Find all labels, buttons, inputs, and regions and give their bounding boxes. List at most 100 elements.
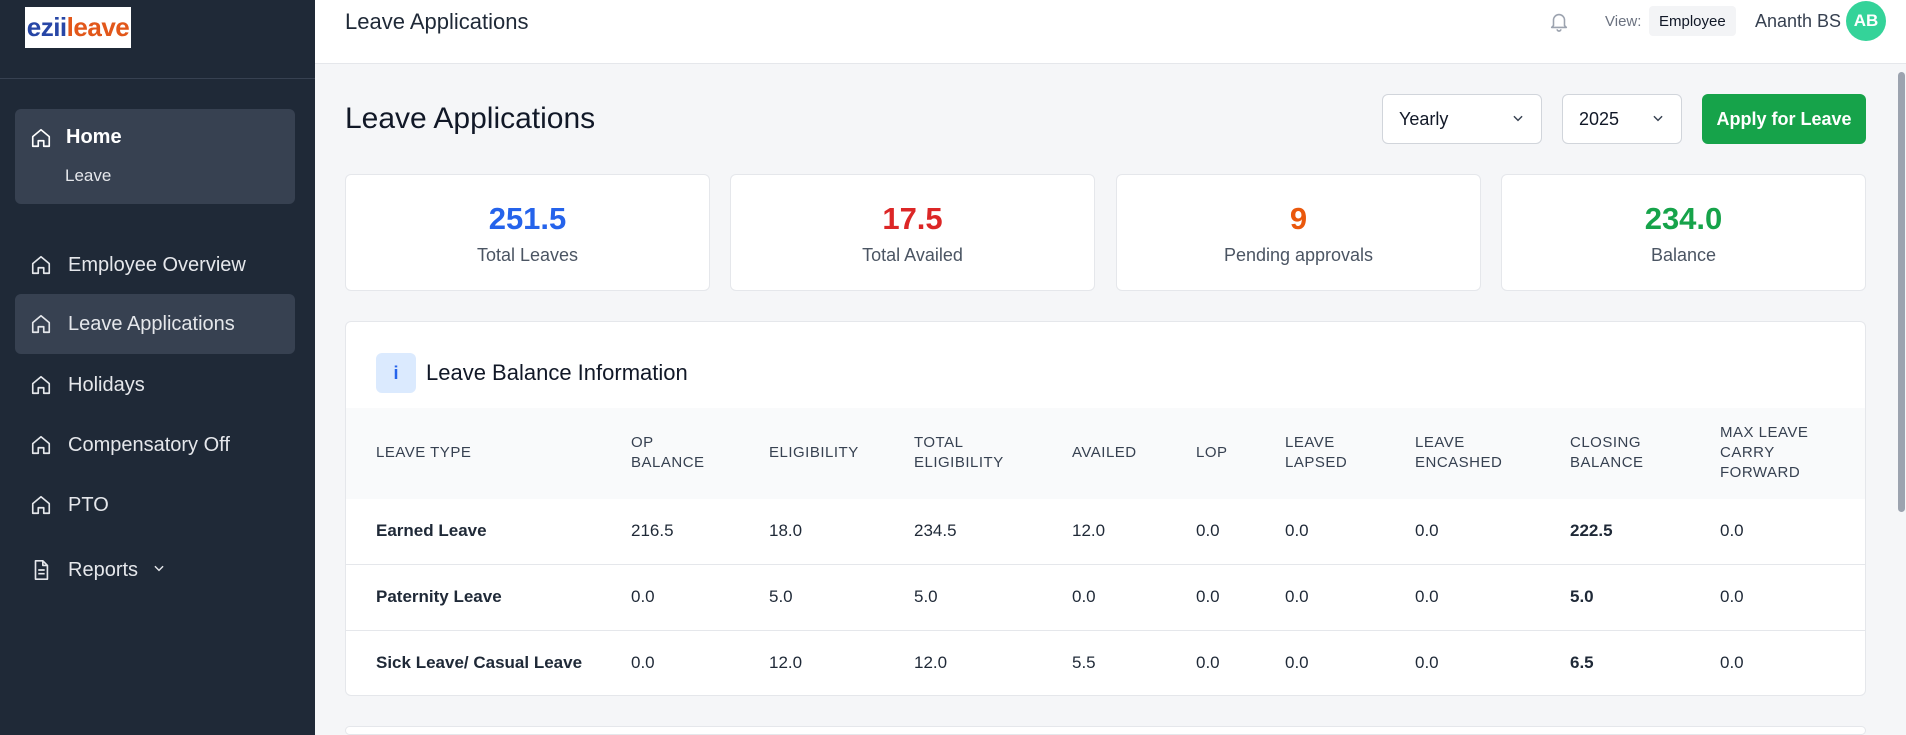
- stat-card-pending-approvals: 9 Pending approvals: [1116, 174, 1481, 291]
- stat-value: 251.5: [488, 201, 567, 236]
- stat-label: Pending approvals: [1223, 245, 1374, 265]
- stat-card-total-availed: 17.5 Total Availed: [730, 174, 1095, 291]
- topbar-title: Leave Applications: [345, 9, 529, 34]
- avatar[interactable]: AB: [1846, 1, 1886, 41]
- bell-icon[interactable]: [1548, 8, 1570, 39]
- sidebar-item-label: Compensatory Off: [68, 433, 230, 456]
- column-header-eligibility: Eligibility: [769, 444, 859, 461]
- sidebar-item-reports[interactable]: Reports: [15, 540, 295, 600]
- sidebar-item-label: Employee Overview: [68, 253, 246, 276]
- year-select-value: 2025: [1579, 108, 1620, 129]
- cell-op-balance: 0.0: [631, 587, 655, 606]
- stat-card-total-leaves: 251.5 Total Leaves: [345, 174, 710, 291]
- cell-leave-lapsed: 0.0: [1285, 653, 1309, 672]
- cell-lop: 0.0: [1196, 521, 1220, 540]
- column-header-closing-balance: Closing Balance: [1570, 434, 1644, 471]
- sidebar-item-label: Holidays: [68, 373, 145, 396]
- year-select[interactable]: 2025: [1562, 94, 1682, 144]
- page-scrollbar[interactable]: [1897, 70, 1906, 735]
- sidebar-home-group: Home Leave: [15, 109, 295, 204]
- column-header-total-eligibility: Total Eligibility: [914, 434, 1004, 471]
- cell-availed: 12.0: [1072, 521, 1106, 540]
- sidebar-subitem-leave[interactable]: Leave: [65, 166, 111, 186]
- logo-text-leave: leave: [66, 12, 130, 42]
- sidebar-item-employee-overview[interactable]: Employee Overview: [15, 235, 295, 295]
- user-name[interactable]: Ananth BS: [1755, 11, 1841, 32]
- cell-closing-balance: 222.5: [1570, 521, 1613, 540]
- cell-leave-type: Earned Leave: [376, 521, 487, 540]
- cell-eligibility: 18.0: [769, 521, 803, 540]
- stat-value: 17.5: [882, 201, 943, 236]
- page-title: Leave Applications: [345, 102, 596, 135]
- period-select[interactable]: Yearly: [1382, 94, 1542, 144]
- cell-max-carry-forward: 0.0: [1720, 653, 1744, 672]
- table-header: Leave Type OP Balance Eligibility Total …: [346, 408, 1865, 499]
- column-header-leave-type: Leave Type: [376, 444, 472, 461]
- card-header: i Leave Balance Information: [376, 353, 688, 393]
- table-row: Paternity Leave 0.0 5.0 5.0 0.0 0.0 0.0 …: [346, 565, 1865, 631]
- stat-label: Total Availed: [862, 245, 963, 265]
- next-card-edge: [345, 726, 1866, 735]
- sidebar-item-label: PTO: [68, 493, 109, 516]
- sidebar-item-label: Home: [66, 126, 122, 148]
- table-row: Sick Leave/ Casual Leave 0.0 12.0 12.0 5…: [346, 631, 1865, 695]
- sidebar-item-compensatory-off[interactable]: Compensatory Off: [15, 415, 295, 475]
- cell-closing-balance: 5.0: [1570, 587, 1594, 606]
- card-title: Leave Balance Information: [426, 360, 688, 385]
- stat-value: 9: [1289, 201, 1308, 236]
- column-header-op-balance: OP Balance: [631, 434, 705, 471]
- column-header-max-carry-forward: Max Leave Carry Forward: [1720, 424, 1809, 481]
- stat-card-balance: 234.0 Balance: [1501, 174, 1866, 291]
- apply-for-leave-button[interactable]: Apply for Leave: [1702, 94, 1866, 144]
- chevron-down-icon: [1511, 109, 1525, 130]
- scrollbar-thumb[interactable]: [1898, 72, 1905, 512]
- cell-total-eligibility: 12.0: [914, 653, 948, 672]
- column-header-leave-lapsed: Leave Lapsed: [1285, 434, 1348, 471]
- sidebar-item-label: Leave Applications: [68, 312, 235, 335]
- logo-text-ezii: ezii: [26, 12, 67, 42]
- sidebar-item-leave-applications[interactable]: Leave Applications: [15, 294, 295, 354]
- column-header-availed: Availed: [1072, 444, 1137, 461]
- cell-op-balance: 216.5: [631, 521, 674, 540]
- home-icon: [30, 494, 52, 516]
- cell-eligibility: 12.0: [769, 653, 803, 672]
- cell-total-eligibility: 234.5: [914, 521, 957, 540]
- leave-balance-card: i Leave Balance Information Leave Type O…: [345, 321, 1866, 696]
- home-icon: [30, 374, 52, 396]
- table-row: Earned Leave 216.5 18.0 234.5 12.0 0.0 0…: [346, 499, 1865, 565]
- cell-leave-type: Sick Leave/ Casual Leave: [376, 653, 583, 672]
- cell-max-carry-forward: 0.0: [1720, 587, 1744, 606]
- cell-availed: 5.5: [1072, 653, 1096, 672]
- cell-eligibility: 5.0: [769, 587, 793, 606]
- sidebar-item-label: Reports: [68, 558, 139, 581]
- chevron-down-icon: [152, 561, 166, 580]
- cell-total-eligibility: 5.0: [914, 587, 938, 606]
- cell-leave-encashed: 0.0: [1415, 521, 1439, 540]
- app-logo[interactable]: eziileave: [25, 7, 131, 48]
- period-select-value: Yearly: [1399, 108, 1449, 129]
- cell-max-carry-forward: 0.0: [1720, 521, 1744, 540]
- chevron-down-icon: [1651, 109, 1665, 130]
- document-icon: [30, 559, 52, 581]
- column-header-lop: LOP: [1196, 444, 1228, 461]
- top-bar: Leave Applications View: Employee Ananth…: [315, 0, 1906, 64]
- column-header-leave-encashed: Leave Encashed: [1415, 434, 1503, 471]
- cell-availed: 0.0: [1072, 587, 1096, 606]
- cell-op-balance: 0.0: [631, 653, 655, 672]
- home-icon: [30, 127, 52, 149]
- sidebar-item-pto[interactable]: PTO: [15, 475, 295, 535]
- cell-closing-balance: 6.5: [1570, 653, 1594, 672]
- cell-leave-encashed: 0.0: [1415, 653, 1439, 672]
- home-icon: [30, 254, 52, 276]
- info-icon: i: [376, 353, 416, 393]
- sidebar: eziileave Home Leave Employee Overview L…: [0, 0, 315, 735]
- view-role-selector[interactable]: Employee: [1649, 6, 1736, 36]
- cell-leave-encashed: 0.0: [1415, 587, 1439, 606]
- stat-label: Total Leaves: [476, 245, 579, 265]
- cell-lop: 0.0: [1196, 587, 1220, 606]
- home-icon: [30, 434, 52, 456]
- sidebar-item-home[interactable]: Home: [30, 126, 122, 149]
- cell-lop: 0.0: [1196, 653, 1220, 672]
- sidebar-item-holidays[interactable]: Holidays: [15, 355, 295, 415]
- home-icon: [30, 313, 52, 335]
